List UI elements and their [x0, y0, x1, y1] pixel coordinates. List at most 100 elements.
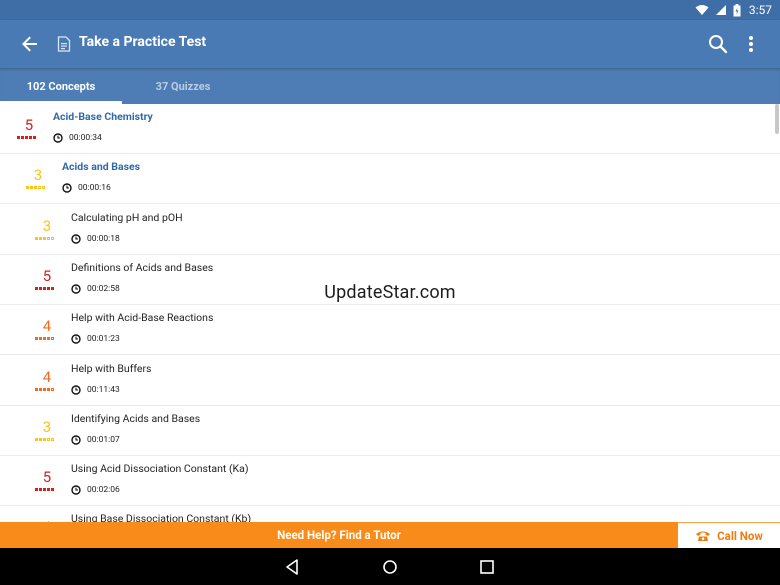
concept-row[interactable]: 3 Acids and Bases 00:00:16 — [0, 154, 780, 204]
difficulty-number: 4 — [42, 317, 52, 335]
concept-row[interactable]: 5 Acid-Base Chemistry 00:00:34 — [0, 104, 780, 154]
status-icons: 3:57 — [695, 3, 772, 17]
difficulty-block — [51, 488, 54, 491]
clock-icon — [62, 183, 72, 193]
app-bar: Take a Practice Test — [0, 20, 780, 68]
concept-row[interactable]: 5 Using Acid Dissociation Constant (Ka) 00… — [0, 456, 780, 506]
tab-concepts[interactable]: 102 Concepts — [0, 68, 122, 104]
difficulty-block — [47, 438, 50, 441]
concept-duration: 00:02:06 — [71, 485, 120, 495]
concept-row[interactable]: 4Using Base Dissociation Constant (Kb) — [0, 506, 780, 522]
nav-back-button[interactable] — [282, 557, 302, 577]
duration-text: 00:01:07 — [87, 435, 120, 445]
difficulty-block — [47, 237, 50, 240]
difficulty-block — [29, 136, 32, 139]
difficulty-number: 4 — [42, 368, 52, 386]
signal-icon — [715, 5, 726, 15]
clock-icon — [71, 485, 81, 495]
back-button[interactable] — [18, 32, 42, 56]
difficulty-block — [43, 438, 46, 441]
difficulty-block — [35, 237, 38, 240]
difficulty-badge: 4 — [34, 318, 60, 348]
concept-row[interactable]: 3 Identifying Acids and Bases 00:01:07 — [0, 406, 780, 456]
difficulty-block — [39, 237, 42, 240]
difficulty-block — [51, 287, 54, 290]
concept-row[interactable]: 5 Definitions of Acids and Bases 00:02:58 — [0, 255, 780, 305]
clock-icon — [71, 234, 81, 244]
difficulty-block — [43, 388, 46, 391]
difficulty-block — [38, 186, 41, 189]
wifi-icon — [695, 5, 709, 15]
difficulty-block — [51, 337, 54, 340]
difficulty-block — [39, 388, 42, 391]
concept-row[interactable]: 4 Help with Acid-Base Reactions 00:01:23 — [0, 305, 780, 355]
difficulty-block — [43, 237, 46, 240]
difficulty-badge: 3 — [25, 167, 51, 197]
difficulty-block — [51, 237, 54, 240]
app-screen: 3:57 Take a Practice Test 102 Concepts 3… — [0, 0, 780, 585]
difficulty-badge: 5 — [34, 268, 60, 298]
difficulty-meter — [26, 186, 45, 189]
difficulty-block — [34, 186, 37, 189]
page-title: Take a Practice Test — [79, 34, 207, 50]
more-options-button[interactable] — [741, 32, 761, 56]
concept-title: Acids and Bases — [62, 160, 141, 173]
status-bar: 3:57 — [0, 0, 780, 20]
difficulty-meter — [35, 388, 54, 391]
nav-back-icon — [286, 559, 298, 575]
difficulty-block — [42, 186, 45, 189]
nav-recents-icon — [480, 560, 494, 574]
nav-home-button[interactable] — [380, 557, 400, 577]
difficulty-block — [39, 438, 42, 441]
difficulty-meter — [35, 488, 54, 491]
duration-text: 00:02:06 — [87, 485, 120, 495]
document-icon — [57, 36, 71, 52]
concept-row[interactable]: 4 Help with Buffers 00:11:43 — [0, 356, 780, 406]
difficulty-meter — [35, 337, 54, 340]
tab-bar: 102 Concepts 37 Quizzes — [0, 68, 780, 104]
search-button[interactable] — [706, 32, 730, 56]
difficulty-block — [39, 488, 42, 491]
concept-title: Calculating pH and pOH — [71, 211, 183, 224]
difficulty-number: 3 — [33, 166, 43, 184]
find-tutor-button[interactable]: Need Help? Find a Tutor — [0, 522, 678, 548]
concept-title: Help with Buffers — [71, 362, 152, 375]
difficulty-block — [35, 337, 38, 340]
clock-icon — [71, 435, 81, 445]
difficulty-badge: 5 — [34, 469, 60, 499]
concept-duration: 00:02:58 — [71, 284, 120, 294]
difficulty-block — [39, 287, 42, 290]
difficulty-badge: 3 — [34, 218, 60, 248]
concept-row[interactable]: 3 Calculating pH and pOH 00:00:18 — [0, 205, 780, 255]
concept-title: Identifying Acids and Bases — [71, 412, 201, 425]
difficulty-block — [43, 287, 46, 290]
concept-title: Definitions of Acids and Bases — [71, 261, 214, 274]
duration-text: 00:00:16 — [78, 183, 111, 193]
scrollbar[interactable] — [775, 104, 779, 134]
concept-title: Help with Acid-Base Reactions — [71, 311, 214, 324]
difficulty-block — [51, 438, 54, 441]
navigation-bar — [0, 548, 780, 585]
difficulty-number: 5 — [42, 468, 52, 486]
nav-home-icon — [383, 560, 397, 574]
duration-text: 00:01:23 — [87, 334, 120, 344]
call-now-label: Call Now — [717, 528, 763, 543]
clock-icon — [71, 385, 81, 395]
difficulty-number: 5 — [42, 267, 52, 285]
tab-quizzes[interactable]: 37 Quizzes — [122, 68, 244, 104]
difficulty-block — [35, 438, 38, 441]
concept-duration: 00:00:18 — [71, 234, 120, 244]
difficulty-block — [47, 287, 50, 290]
difficulty-block — [47, 388, 50, 391]
difficulty-number: 3 — [42, 418, 52, 436]
nav-recents-button[interactable] — [477, 557, 497, 577]
call-now-button[interactable]: Call Now — [678, 522, 780, 548]
duration-text: 00:00:18 — [87, 234, 120, 244]
concept-title: Using Acid Dissociation Constant (Ka) — [71, 462, 249, 475]
difficulty-block — [30, 186, 33, 189]
difficulty-number: 3 — [42, 217, 52, 235]
difficulty-meter — [35, 237, 54, 240]
clock-icon — [71, 284, 81, 294]
clock-icon — [53, 133, 63, 143]
duration-text: 00:00:34 — [69, 133, 102, 143]
